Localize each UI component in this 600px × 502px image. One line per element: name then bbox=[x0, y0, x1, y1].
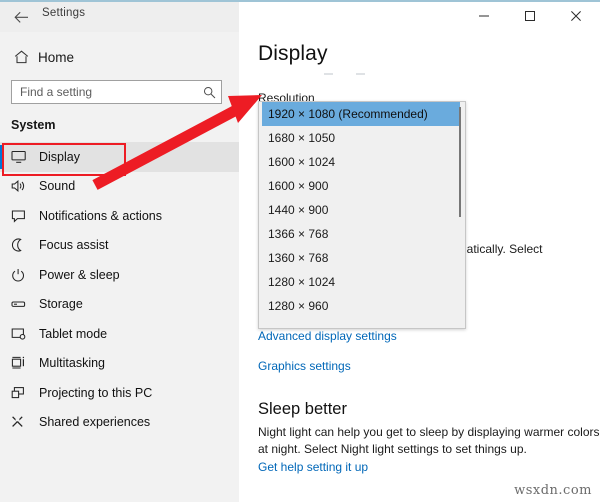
watermark: wsxdn.com bbox=[514, 483, 592, 498]
sidebar-item-tablet-mode[interactable]: Tablet mode bbox=[0, 319, 239, 349]
sidebar-item-power-sleep[interactable]: Power & sleep bbox=[0, 260, 239, 290]
sidebar-item-focus-assist[interactable]: Focus assist bbox=[0, 231, 239, 261]
search-glyph bbox=[203, 86, 215, 98]
obscured-marks bbox=[324, 68, 424, 82]
sidebar-item-home-label: Home bbox=[38, 49, 75, 65]
sidebar: Settings Home Find a setting System Disp… bbox=[0, 2, 239, 502]
display-highlight-box bbox=[2, 143, 126, 176]
search-input-placeholder: Find a setting bbox=[20, 85, 93, 99]
sidebar-item-focus-assist-label: Focus assist bbox=[39, 238, 109, 253]
sidebar-item-power-sleep-label: Power & sleep bbox=[39, 267, 120, 282]
resolution-option[interactable]: 1680 × 1050 bbox=[259, 126, 465, 150]
sidebar-section-title: System bbox=[11, 118, 56, 132]
search-input[interactable]: Find a setting bbox=[11, 80, 222, 104]
resolution-option-list: 1920 × 1080 (Recommended) 1680 × 1050 16… bbox=[259, 102, 465, 318]
sidebar-item-tablet-mode-label: Tablet mode bbox=[39, 326, 108, 341]
advanced-display-settings-link[interactable]: Advanced display settings bbox=[258, 329, 397, 343]
resolution-dropdown[interactable]: 1920 × 1080 (Recommended) 1680 × 1050 16… bbox=[258, 101, 466, 329]
resolution-option[interactable]: 1920 × 1080 (Recommended) bbox=[262, 102, 460, 126]
maximize-button[interactable] bbox=[507, 2, 553, 30]
share-icon bbox=[11, 415, 37, 429]
sidebar-item-projecting-label: Projecting to this PC bbox=[39, 385, 153, 400]
moon-icon bbox=[11, 238, 37, 252]
sleep-better-paragraph: Night light can help you get to sleep by… bbox=[258, 425, 600, 456]
resolution-option[interactable]: 1360 × 768 bbox=[259, 246, 465, 270]
minimize-button[interactable] bbox=[461, 2, 507, 30]
sidebar-item-sound-label: Sound bbox=[39, 179, 76, 194]
sidebar-item-notifications[interactable]: Notifications & actions bbox=[0, 201, 239, 231]
sidebar-item-multitasking-label: Multitasking bbox=[39, 356, 105, 371]
multitasking-icon bbox=[11, 356, 37, 370]
sidebar-titlebar bbox=[0, 2, 239, 32]
graphics-settings-link[interactable]: Graphics settings bbox=[258, 359, 351, 373]
sidebar-item-projecting[interactable]: Projecting to this PC bbox=[0, 378, 239, 408]
project-screen-icon bbox=[11, 386, 37, 400]
resolution-option[interactable]: 1366 × 768 bbox=[259, 222, 465, 246]
settings-window: Settings Home Find a setting System Disp… bbox=[0, 0, 600, 502]
sidebar-item-shared-experiences[interactable]: Shared experiences bbox=[0, 408, 239, 438]
close-button[interactable] bbox=[553, 2, 599, 30]
back-arrow-icon[interactable] bbox=[8, 6, 34, 28]
sidebar-item-shared-experiences-label: Shared experiences bbox=[39, 415, 151, 430]
resolution-option[interactable]: 1440 × 900 bbox=[259, 198, 465, 222]
resolution-option[interactable]: 1280 × 1024 bbox=[259, 270, 465, 294]
back-arrow-glyph bbox=[13, 11, 28, 23]
home-icon bbox=[10, 50, 32, 64]
close-icon bbox=[571, 11, 581, 21]
sleep-better-heading: Sleep better bbox=[258, 400, 347, 418]
dropdown-scrollbar[interactable] bbox=[459, 107, 461, 217]
get-help-link[interactable]: Get help setting it up bbox=[258, 460, 368, 474]
sidebar-item-storage-label: Storage bbox=[39, 297, 83, 312]
tablet-icon bbox=[11, 327, 37, 341]
resolution-option[interactable]: 1280 × 960 bbox=[259, 294, 465, 318]
sidebar-nav: Display Sound Notifications & actions Fo… bbox=[0, 142, 239, 437]
sidebar-item-multitasking[interactable]: Multitasking bbox=[0, 349, 239, 379]
sidebar-item-home[interactable]: Home bbox=[10, 45, 210, 69]
page-title: Display bbox=[258, 42, 328, 65]
maximize-icon bbox=[525, 11, 535, 21]
power-icon bbox=[11, 268, 37, 282]
resolution-option[interactable]: 1600 × 900 bbox=[259, 174, 465, 198]
search-icon[interactable] bbox=[197, 86, 221, 99]
sidebar-item-notifications-label: Notifications & actions bbox=[39, 208, 162, 223]
window-controls bbox=[461, 2, 600, 30]
sidebar-item-storage[interactable]: Storage bbox=[0, 290, 239, 320]
minimize-icon bbox=[479, 15, 489, 17]
app-title: Settings bbox=[42, 7, 86, 19]
speaker-icon bbox=[11, 179, 37, 193]
resolution-option[interactable]: 1600 × 1024 bbox=[259, 150, 465, 174]
home-glyph bbox=[14, 50, 28, 64]
notification-icon bbox=[11, 209, 37, 223]
drive-icon bbox=[11, 297, 37, 311]
